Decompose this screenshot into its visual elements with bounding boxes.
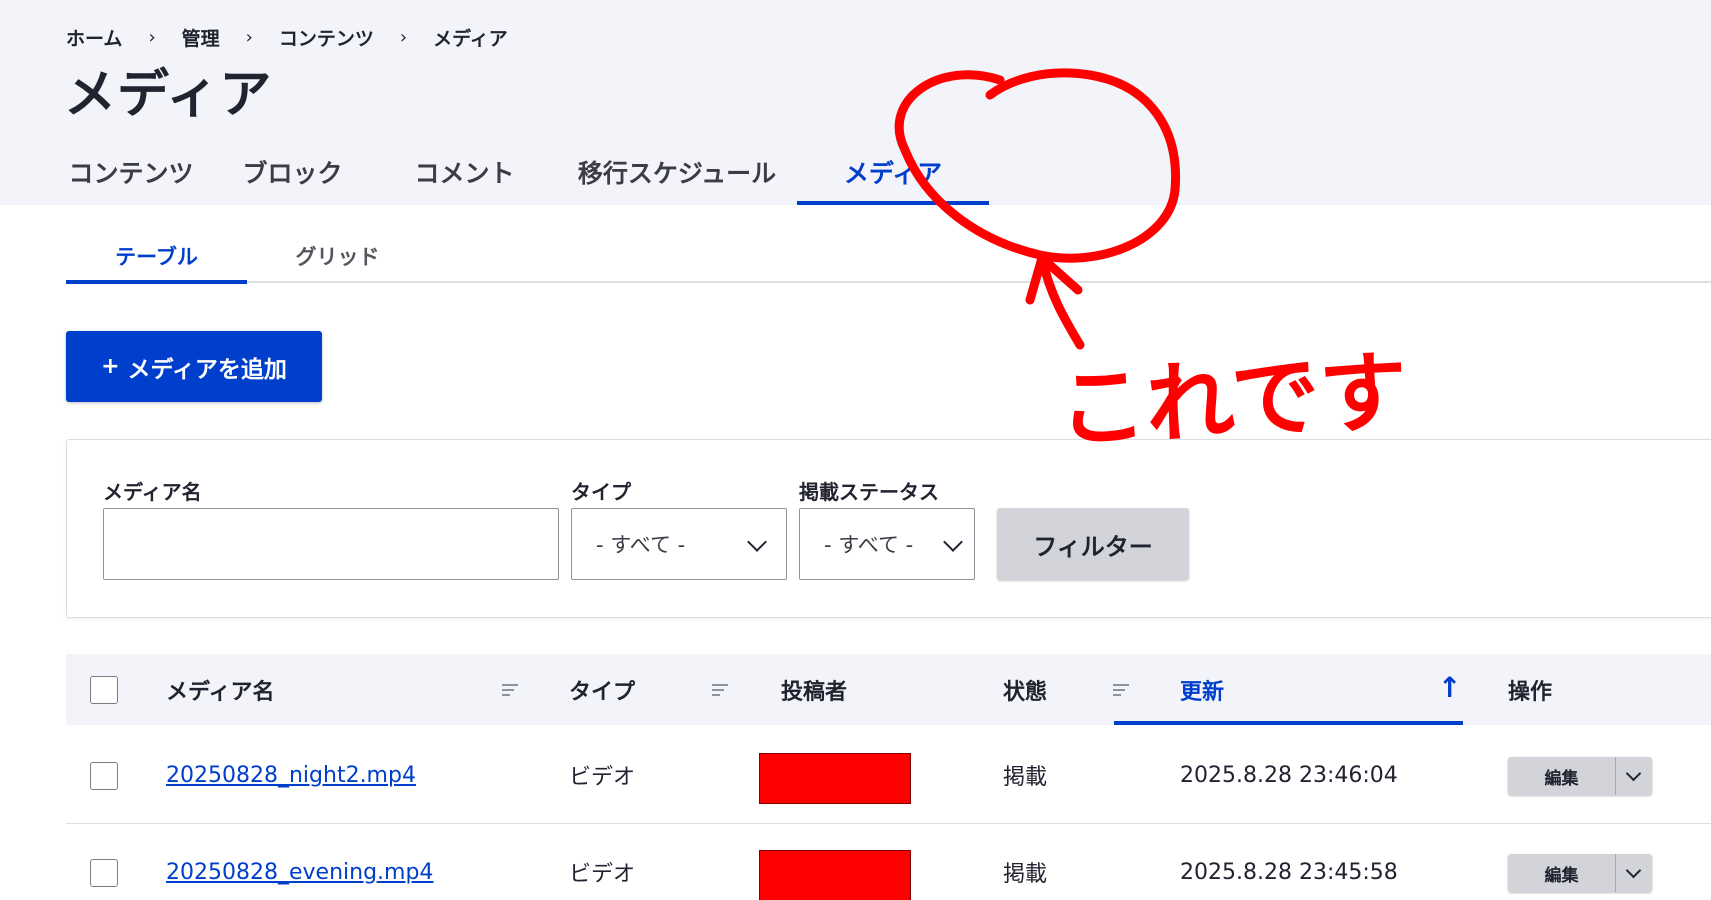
- redacted-author: [759, 753, 911, 804]
- status-select-value: - すべて -: [824, 533, 914, 557]
- column-updated[interactable]: 更新: [1180, 654, 1224, 725]
- media-updated: 2025.8.28 23:45:58: [1180, 859, 1398, 885]
- media-name-input[interactable]: [103, 508, 559, 580]
- page-header: ホーム › 管理 › コンテンツ › メディア メディア コンテンツ ブロック …: [0, 0, 1711, 205]
- type-select[interactable]: - すべて -: [571, 508, 787, 580]
- media-type: ビデオ: [569, 765, 636, 790]
- breadcrumb-current: メディア: [433, 28, 508, 50]
- sort-ascending-icon[interactable]: ↑: [1438, 674, 1461, 702]
- type-select-value: - すべて -: [596, 533, 686, 557]
- filter-button[interactable]: フィルター: [997, 508, 1189, 580]
- plus-icon: +: [101, 354, 120, 379]
- row-checkbox[interactable]: [90, 762, 118, 790]
- status-select[interactable]: - すべて -: [799, 508, 975, 580]
- operations-dropbutton: 編集: [1508, 854, 1652, 892]
- media-admin-page: ホーム › 管理 › コンテンツ › メディア メディア コンテンツ ブロック …: [0, 0, 1711, 900]
- tab-media[interactable]: メディア: [797, 138, 989, 205]
- filter-panel: メディア名 タイプ - すべて - 掲載ステータス - すべて - フィルター: [66, 439, 1711, 618]
- add-media-button[interactable]: + メディアを追加: [66, 331, 322, 402]
- column-author: 投稿者: [781, 679, 848, 705]
- table-header: メディア名 タイプ 投稿者 状態 更新 操作: [66, 654, 1711, 725]
- column-media-name[interactable]: メディア名: [166, 654, 274, 725]
- sorted-column-indicator: [1114, 721, 1463, 725]
- page-title: メディア: [64, 65, 273, 125]
- media-name-label: メディア名: [103, 480, 202, 504]
- primary-tabs: コンテンツ ブロック コメント 移行スケジュール メディア: [66, 138, 989, 205]
- tab-content[interactable]: コンテンツ: [66, 138, 196, 205]
- tab-blocks[interactable]: ブロック: [226, 138, 359, 205]
- breadcrumb-content[interactable]: コンテンツ: [279, 24, 374, 51]
- sort-icon[interactable]: [502, 684, 518, 696]
- chevron-down-icon: [1625, 862, 1642, 879]
- table-row: 20250828_night2.mp4 ビデオ 掲載 2025.8.28 23:…: [66, 727, 1711, 824]
- breadcrumb-home[interactable]: ホーム: [66, 24, 122, 51]
- breadcrumb-admin[interactable]: 管理: [182, 24, 220, 51]
- breadcrumb-separator: ›: [245, 27, 253, 48]
- column-type[interactable]: タイプ: [569, 654, 635, 725]
- operations-toggle[interactable]: [1615, 757, 1652, 795]
- row-checkbox[interactable]: [90, 859, 118, 887]
- media-updated: 2025.8.28 23:46:04: [1180, 762, 1398, 788]
- tab-grid[interactable]: グリッド: [247, 230, 428, 282]
- edit-button[interactable]: 編集: [1508, 854, 1615, 892]
- tab-table[interactable]: テーブル: [66, 230, 247, 284]
- operations-toggle[interactable]: [1615, 854, 1652, 892]
- media-type: ビデオ: [569, 862, 636, 887]
- breadcrumb-separator: ›: [148, 27, 156, 48]
- breadcrumb: ホーム › 管理 › コンテンツ › メディア: [66, 24, 508, 51]
- chevron-down-icon: [1625, 765, 1642, 782]
- redacted-author: [759, 850, 911, 900]
- operations-dropbutton: 編集: [1508, 757, 1652, 795]
- sort-icon[interactable]: [1113, 684, 1129, 696]
- table-row: 20250828_evening.mp4 ビデオ 掲載 2025.8.28 23…: [66, 824, 1711, 900]
- chevron-down-icon: [943, 532, 963, 552]
- chevron-down-icon: [747, 532, 767, 552]
- select-all-checkbox[interactable]: [90, 676, 118, 704]
- media-status: 掲載: [1003, 765, 1048, 790]
- edit-button[interactable]: 編集: [1508, 757, 1615, 795]
- tab-comments[interactable]: コメント: [402, 138, 527, 205]
- type-label: タイプ: [571, 480, 631, 504]
- media-status: 掲載: [1003, 862, 1048, 887]
- breadcrumb-separator: ›: [399, 27, 408, 48]
- column-operations: 操作: [1508, 679, 1553, 705]
- secondary-tabs: テーブル グリッド: [66, 230, 1711, 284]
- media-name-link[interactable]: 20250828_night2.mp4: [166, 763, 416, 788]
- status-label: 掲載ステータス: [799, 480, 939, 504]
- sort-icon[interactable]: [712, 684, 728, 696]
- media-name-link[interactable]: 20250828_evening.mp4: [166, 860, 433, 885]
- column-status[interactable]: 状態: [1003, 654, 1047, 725]
- add-media-label: メディアを追加: [127, 356, 287, 383]
- tab-migration-schedule[interactable]: 移行スケジュール: [571, 138, 783, 205]
